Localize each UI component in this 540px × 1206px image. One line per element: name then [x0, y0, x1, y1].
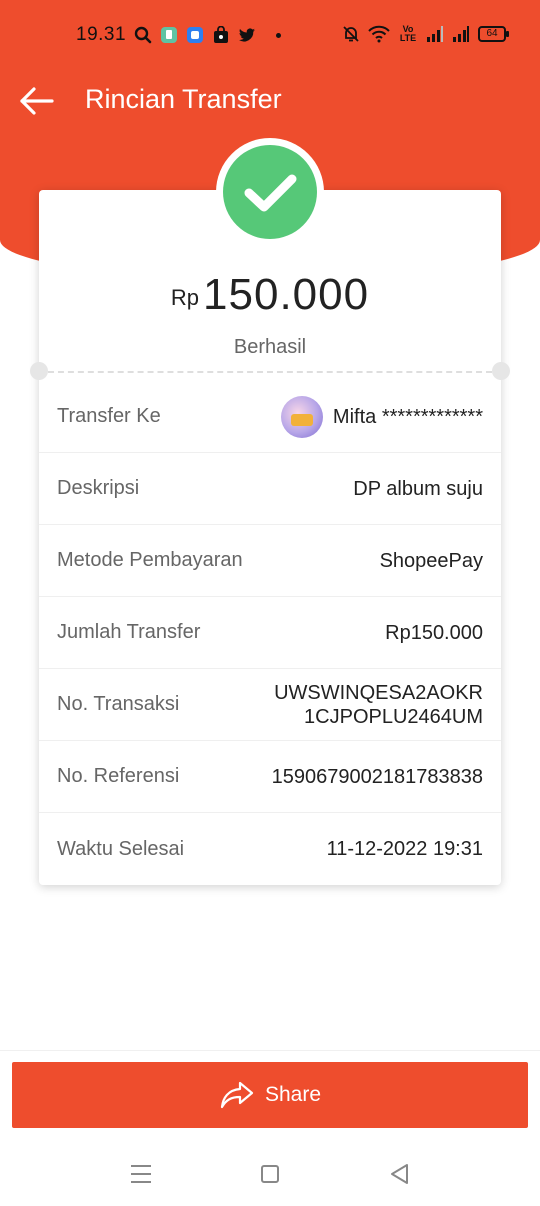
- share-button[interactable]: Share: [12, 1062, 528, 1128]
- home-button[interactable]: [256, 1160, 284, 1188]
- detail-label: No. Transaksi: [57, 693, 180, 715]
- status-time: 19.31: [76, 24, 127, 45]
- detail-row-transfer-to: Transfer Ke Mifta *************: [39, 381, 501, 453]
- detail-row-transaction-no: No. Transaksi UWSWINQESA2AOKR 1CJPOPLU24…: [39, 669, 501, 741]
- success-badge: [216, 138, 324, 246]
- detail-label: Deskripsi: [57, 477, 140, 499]
- back-nav-button[interactable]: [386, 1160, 414, 1188]
- detail-value: 1590679002181783838: [271, 765, 483, 788]
- bottom-divider: [0, 1050, 540, 1051]
- recipient: Mifta *************: [280, 395, 483, 438]
- dashed-divider: [48, 371, 492, 373]
- amount-currency: Rp: [170, 285, 200, 310]
- menu-icon: [131, 1165, 151, 1183]
- page-title: Rincian Transfer: [85, 84, 282, 114]
- detail-row-description: Deskripsi DP album suju: [39, 453, 501, 525]
- recipient-avatar: [280, 395, 323, 438]
- amount-value: 150.000: [203, 270, 370, 319]
- detail-row-amount: Jumlah Transfer Rp150.000: [39, 597, 501, 669]
- detail-row-reference-no: No. Referensi 1590679002181783838: [39, 741, 501, 813]
- chat-app-icon: [161, 27, 177, 43]
- volte-icon: Vo LTE: [399, 24, 417, 43]
- back-triangle-icon: [391, 1164, 408, 1184]
- recipient-name: Mifta *************: [332, 405, 483, 428]
- shop-bag-icon: [214, 26, 228, 43]
- detail-label: Jumlah Transfer: [57, 621, 201, 643]
- notification-icons: [134, 26, 281, 44]
- battery-indicator: 64: [478, 26, 509, 42]
- transaction-no-line2: 1CJPOPLU2464UM: [304, 705, 483, 728]
- signal-icon: [427, 26, 443, 42]
- blue-app-icon: [187, 27, 203, 43]
- detail-value: 11-12-2022 19:31: [326, 838, 483, 860]
- transaction-no-line1: UWSWINQESA2AOKR: [274, 681, 483, 704]
- twitter-icon: [239, 28, 255, 42]
- transfer-status: Berhasil: [233, 336, 307, 358]
- recent-apps-button[interactable]: [127, 1160, 155, 1188]
- status-bar: 19.31 Vo LTE 64: [0, 0, 540, 70]
- detail-label: Metode Pembayaran: [57, 549, 243, 571]
- detail-value: DP album suju: [353, 477, 483, 500]
- detail-label: Transfer Ke: [57, 405, 161, 427]
- system-nav-bar: [0, 1140, 540, 1206]
- ticket-notch-left: [30, 362, 48, 380]
- share-arrow-icon: [220, 1081, 254, 1109]
- title-bar: Rincian Transfer: [0, 75, 540, 127]
- success-check-icon: [223, 145, 317, 239]
- detail-list: Transfer Ke Mifta ************* Deskrips…: [39, 381, 501, 885]
- amount-summary: Rp150.000: [0, 270, 540, 320]
- detail-row-completed-time: Waktu Selesai 11-12-2022 19:31: [39, 813, 501, 885]
- system-icons: Vo LTE 64: [342, 24, 509, 43]
- detail-label: Waktu Selesai: [57, 837, 185, 860]
- detail-label: No. Referensi: [57, 765, 180, 787]
- wifi-icon: [368, 25, 390, 43]
- detail-value: Rp150.000: [385, 621, 483, 644]
- signal-icon: [453, 26, 469, 42]
- back-button[interactable]: [16, 81, 56, 121]
- more-notifications-dot: [276, 32, 281, 38]
- home-square-icon: [261, 1165, 279, 1183]
- mute-bell-icon: [343, 26, 359, 42]
- search-icon: [134, 26, 152, 44]
- ticket-notch-right: [492, 362, 510, 380]
- share-label: Share: [264, 1083, 322, 1106]
- back-arrow-icon: [20, 87, 54, 115]
- detail-value: UWSWINQESA2AOKR 1CJPOPLU2464UM: [274, 681, 483, 729]
- detail-value: ShopeePay: [379, 549, 483, 572]
- detail-row-payment-method: Metode Pembayaran ShopeePay: [39, 525, 501, 597]
